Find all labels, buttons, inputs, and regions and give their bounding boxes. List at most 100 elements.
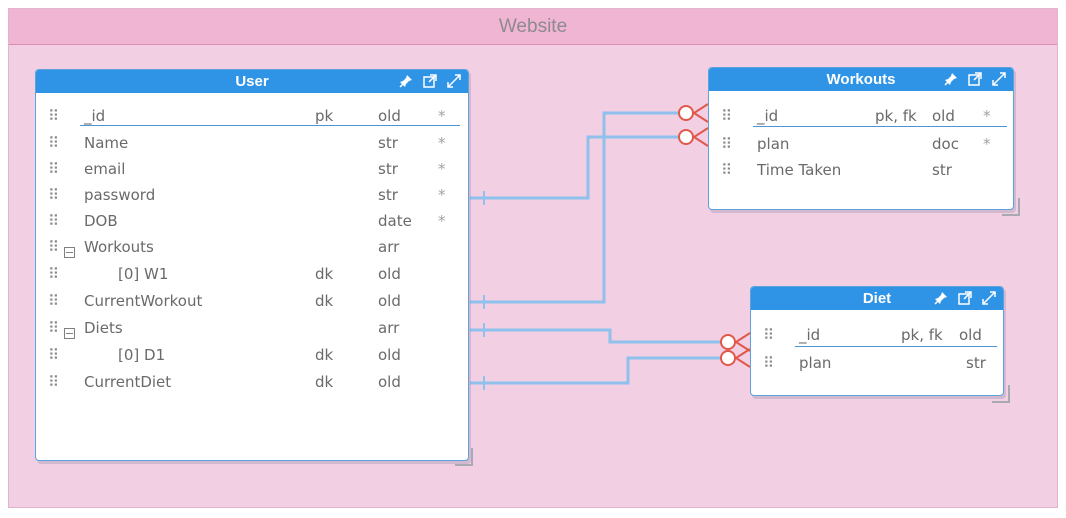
field-name: plan	[757, 135, 790, 153]
field-row[interactable]: ⠿ [0] W1 dk old	[36, 261, 468, 287]
field-required: *	[438, 212, 446, 230]
open-external-icon[interactable]	[957, 290, 973, 306]
field-name: CurrentDiet	[84, 373, 172, 391]
field-key: pk	[315, 107, 334, 125]
drag-grip-icon[interactable]: ⠿	[48, 186, 59, 204]
field-name: password	[84, 186, 156, 204]
field-type: str	[378, 134, 398, 152]
link-currentworkout-workouts-id	[470, 111, 686, 304]
drag-grip-icon[interactable]: ⠿	[48, 238, 59, 256]
field-name: Diets	[84, 319, 123, 337]
field-key: dk	[315, 346, 334, 364]
field-name: _id	[84, 107, 106, 125]
expand-icon[interactable]	[991, 71, 1007, 87]
drag-grip-icon[interactable]: ⠿	[48, 319, 59, 337]
field-row[interactable]: ⠿ _id pk old *	[36, 103, 468, 129]
link-currentdiet-diet-plan	[470, 356, 730, 385]
field-row[interactable]: ⠿ DOB date *	[36, 208, 468, 234]
pin-icon[interactable]	[398, 73, 414, 89]
entity-title: Workouts	[826, 71, 896, 88]
open-external-icon[interactable]	[967, 71, 983, 87]
field-row[interactable]: ⠿ CurrentWorkout dk old	[36, 288, 468, 314]
field-row-group[interactable]: ⠿ Diets arr	[36, 315, 468, 341]
field-name: email	[84, 160, 126, 178]
field-name: DOB	[84, 212, 118, 230]
drag-grip-icon[interactable]: ⠿	[48, 107, 59, 125]
resize-handle-icon[interactable]	[1002, 198, 1020, 216]
drag-grip-icon[interactable]: ⠿	[48, 373, 59, 391]
field-key: dk	[315, 373, 334, 391]
field-type: arr	[378, 319, 400, 337]
field-row-group[interactable]: ⠿ Workouts arr	[36, 234, 468, 260]
drag-grip-icon[interactable]: ⠿	[48, 346, 59, 364]
field-row[interactable]: ⠿ _id pk, fk old	[751, 322, 1003, 348]
field-row[interactable]: ⠿ CurrentDiet dk old	[36, 369, 468, 395]
field-row[interactable]: ⠿ [0] D1 dk old	[36, 342, 468, 368]
field-row[interactable]: ⠿ Time Taken str	[709, 157, 1013, 183]
link-diets-diet-id	[470, 328, 730, 344]
expand-icon[interactable]	[981, 290, 997, 306]
field-type: old	[378, 107, 401, 125]
drag-grip-icon[interactable]: ⠿	[48, 160, 59, 178]
field-type: old	[378, 265, 401, 283]
field-required: *	[438, 186, 446, 204]
expand-icon[interactable]	[446, 73, 462, 89]
field-name: Workouts	[84, 238, 154, 256]
field-name: CurrentWorkout	[84, 292, 203, 310]
field-key: pk, fk	[875, 107, 917, 125]
field-name: _id	[799, 326, 821, 344]
drag-grip-icon[interactable]: ⠿	[721, 107, 732, 125]
field-type: old	[378, 292, 401, 310]
field-name: _id	[757, 107, 779, 125]
field-required: *	[438, 134, 446, 152]
drag-grip-icon[interactable]: ⠿	[721, 135, 732, 153]
field-row[interactable]: ⠿ plan doc *	[709, 131, 1013, 157]
drag-grip-icon[interactable]: ⠿	[48, 212, 59, 230]
field-required: *	[438, 160, 446, 178]
drag-grip-icon[interactable]: ⠿	[721, 161, 732, 179]
field-row[interactable]: ⠿ plan str	[751, 350, 1003, 376]
field-key: pk, fk	[901, 326, 943, 344]
entity-header[interactable]: User	[36, 70, 468, 93]
entity-header[interactable]: Workouts	[709, 68, 1013, 91]
field-key: dk	[315, 292, 334, 310]
field-row[interactable]: ⠿ Name str *	[36, 130, 468, 156]
drag-grip-icon[interactable]: ⠿	[48, 292, 59, 310]
entity-header[interactable]: Diet	[751, 287, 1003, 310]
entity-workouts[interactable]: Workouts ⠿ _id pk, fk old * ⠿ plan doc *…	[708, 67, 1014, 210]
field-required: *	[983, 107, 991, 125]
drag-grip-icon[interactable]: ⠿	[48, 265, 59, 283]
entity-title: User	[235, 73, 269, 90]
field-type: old	[378, 373, 401, 391]
field-type: str	[378, 186, 398, 204]
field-name: Name	[84, 134, 129, 152]
field-type: old	[959, 326, 982, 344]
field-type: old	[932, 107, 955, 125]
field-key: dk	[315, 265, 334, 283]
open-external-icon[interactable]	[422, 73, 438, 89]
field-name: plan	[799, 354, 832, 372]
field-row[interactable]: ⠿ password str *	[36, 182, 468, 208]
drag-grip-icon[interactable]: ⠿	[763, 326, 774, 344]
field-row[interactable]: ⠿ email str *	[36, 156, 468, 182]
link-user-workouts-id	[470, 135, 686, 200]
field-required: *	[983, 135, 991, 153]
entity-user[interactable]: User ⠿ _id pk old * ⠿ Name str * ⠿ email	[35, 69, 469, 461]
field-row[interactable]: ⠿ _id pk, fk old *	[709, 103, 1013, 129]
field-required: *	[438, 107, 446, 125]
pin-icon[interactable]	[933, 290, 949, 306]
entity-diet[interactable]: Diet ⠿ _id pk, fk old ⠿ plan str	[750, 286, 1004, 396]
drag-grip-icon[interactable]: ⠿	[763, 354, 774, 372]
pin-icon[interactable]	[943, 71, 959, 87]
field-type: old	[378, 346, 401, 364]
field-type: str	[932, 161, 952, 179]
field-type: arr	[378, 238, 400, 256]
resize-handle-icon[interactable]	[992, 385, 1010, 403]
field-type: str	[378, 160, 398, 178]
field-type: str	[966, 354, 986, 372]
field-type: date	[378, 212, 412, 230]
field-name: Time Taken	[757, 161, 842, 179]
field-type: doc	[932, 135, 959, 153]
resize-handle-icon[interactable]	[455, 448, 473, 466]
drag-grip-icon[interactable]: ⠿	[48, 134, 59, 152]
